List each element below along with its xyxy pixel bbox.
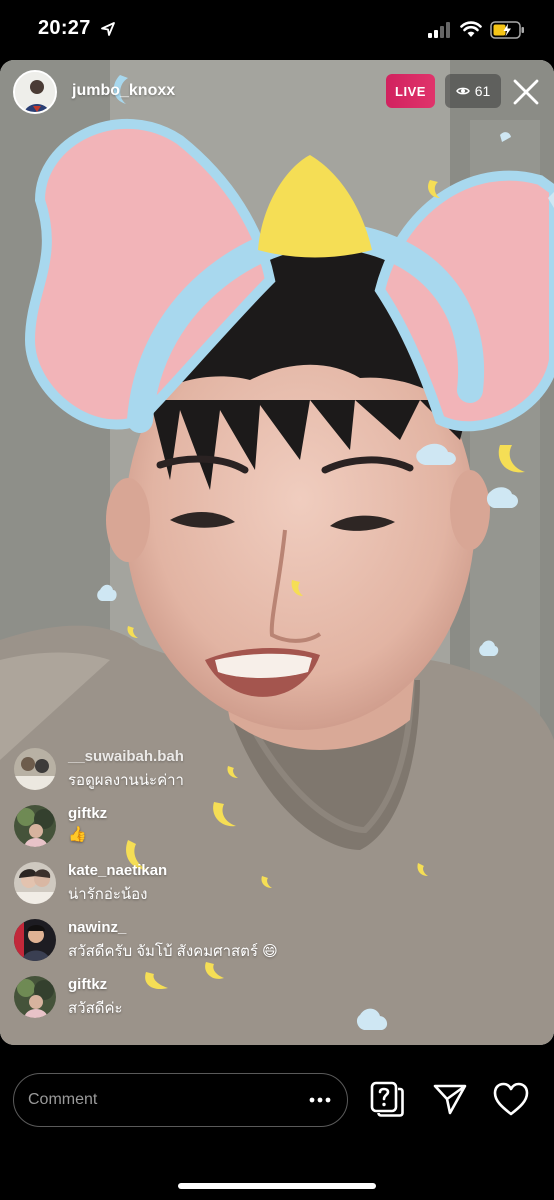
comment-input[interactable]: Comment: [13, 1073, 348, 1127]
comment-text: น่ารักอ่ะน้อง: [68, 886, 148, 903]
comment-text: รอดูผลงานน่ะค่าา: [68, 772, 184, 789]
question-sticker-icon[interactable]: [368, 1079, 406, 1119]
location-arrow-icon: [101, 22, 115, 36]
comment-username[interactable]: kate_naetikan: [68, 862, 167, 879]
comment-item[interactable]: __suwaibah.bah รอดูผลงานน่ะค่าา: [14, 742, 414, 792]
signal-icon: [428, 22, 450, 38]
commenter-avatar-image: [14, 748, 56, 790]
live-badge: LIVE: [386, 74, 435, 108]
comment-username[interactable]: giftkz: [68, 976, 107, 993]
commenter-avatar-image: [14, 805, 56, 847]
battery-charging-icon: [490, 21, 524, 39]
more-dots-icon[interactable]: [308, 1091, 332, 1109]
comment-text: สวัสดีค่ะ: [68, 1000, 123, 1017]
commenter-avatar-image: [14, 862, 56, 904]
commenter-avatar[interactable]: [14, 862, 56, 904]
status-time: 20:27: [38, 17, 91, 39]
commenter-avatar[interactable]: [14, 748, 56, 790]
close-icon[interactable]: [510, 76, 542, 108]
comment-item[interactable]: kate_naetikan น่ารักอ่ะน้อง: [14, 856, 414, 906]
comment-placeholder: Comment: [28, 1091, 98, 1108]
comment-username[interactable]: nawinz_: [68, 919, 126, 936]
status-bar: 20:27: [0, 0, 554, 60]
commenter-avatar[interactable]: [14, 805, 56, 847]
comment-username[interactable]: giftkz: [68, 805, 107, 822]
commenter-avatar[interactable]: [14, 976, 56, 1018]
home-indicator: [178, 1183, 376, 1189]
comment-item[interactable]: nawinz_ สวัสดีครับ จัมโบ้ สังคมศาสตร์ 😄: [14, 913, 414, 963]
comment-text: สวัสดีครับ จัมโบ้ สังคมศาสตร์ 😄: [68, 943, 278, 960]
comment-username[interactable]: __suwaibah.bah: [68, 748, 184, 765]
commenter-avatar-image: [14, 976, 56, 1018]
send-icon[interactable]: [432, 1081, 468, 1117]
host-username[interactable]: jumbo_knoxx: [72, 82, 175, 100]
comment-item[interactable]: giftkz 👍: [14, 799, 414, 849]
wifi-icon: [460, 21, 482, 37]
viewer-count: 61: [474, 83, 491, 99]
heart-icon[interactable]: [492, 1081, 530, 1117]
eye-icon: [455, 87, 470, 95]
comment-text: 👍: [68, 826, 87, 843]
host-avatar[interactable]: [13, 70, 57, 114]
comment-item[interactable]: giftkz สวัสดีค่ะ: [14, 970, 414, 1020]
commenter-avatar[interactable]: [14, 919, 56, 961]
commenter-avatar-image: [14, 919, 56, 961]
viewer-count-badge[interactable]: 61: [445, 74, 501, 108]
